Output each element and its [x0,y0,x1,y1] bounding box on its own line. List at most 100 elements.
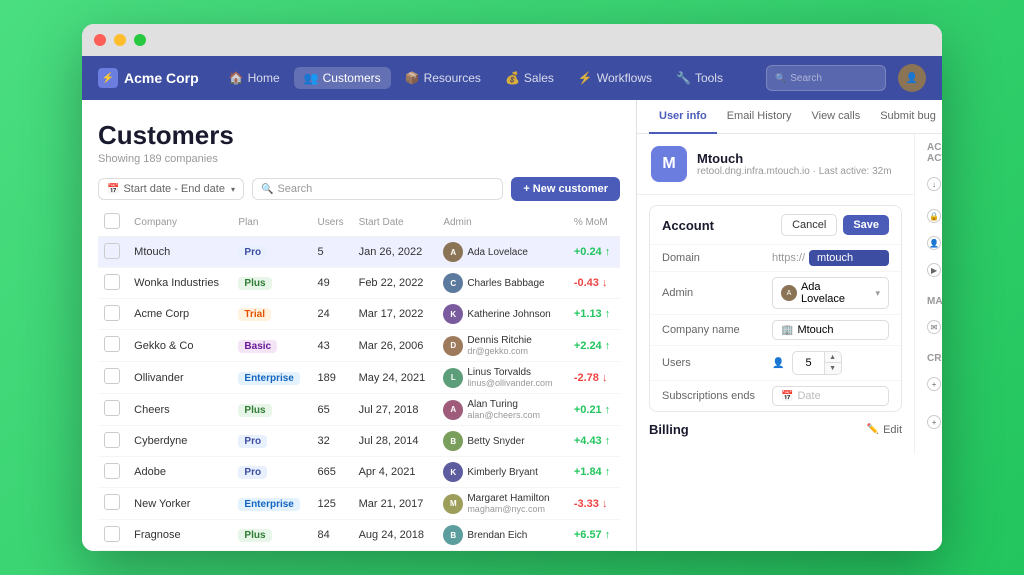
domain-value: https:// [772,250,889,266]
cell-checkbox [98,488,128,520]
table-row[interactable]: Adobe Pro 665 Apr 4, 2021 K Kimberly Bry… [98,457,620,488]
nav-avatar[interactable]: 👤 [898,64,926,92]
workflows-icon: ⚡ [578,71,593,85]
nav-item-workflows[interactable]: ⚡ Workflows [568,67,662,89]
mom-value: +2.24 ↑ [574,340,610,352]
admin-name-block: Dennis Ritchie dr@gekko.com [467,335,531,356]
row-checkbox[interactable] [104,432,120,448]
row-checkbox[interactable] [104,243,120,259]
admin-name-block: Kimberly Bryant [467,467,538,478]
action-downgrade[interactable]: ↓ Downgrade account [915,168,942,200]
cell-company: Wonka Industries [128,268,232,299]
action-impersonate[interactable]: 👤 Impersonate [915,232,942,254]
cell-company: Cheers [128,394,232,426]
table-row[interactable]: Cheers Plus 65 Jul 27, 2018 A Alan Turin… [98,394,620,426]
cell-company: Mtouch [128,237,232,268]
table-row[interactable]: Wonka Industries Plus 49 Feb 22, 2022 C … [98,268,620,299]
row-checkbox[interactable] [104,368,120,384]
admin-avatar: L [443,368,463,388]
calendar-icon: 📅 [107,184,119,195]
minimize-dot[interactable] [114,34,126,46]
row-checkbox[interactable] [104,526,120,542]
admin-name: Margaret Hamilton [467,493,549,504]
customer-url: retool.dng.infra.mtouch.io · Last active… [697,166,900,177]
admin-name-block: Charles Babbage [467,278,544,289]
home-icon: 🏠 [229,71,244,85]
row-checkbox[interactable] [104,400,120,416]
table-header-row: Company Plan Users Start Date Admin % Mo… [98,209,620,237]
admin-select[interactable]: A Ada Lovelace ▾ [772,277,889,309]
date-input[interactable]: 📅 Date [772,386,889,406]
action-create-promo[interactable]: + Create promo [915,368,942,400]
nav-brand[interactable]: ⚡ Acme Corp [98,68,199,88]
table-row[interactable]: Ollivander Enterprise 189 May 24, 2021 L… [98,362,620,394]
action-unsubscribe[interactable]: ✉ Unsubscribe from all [915,311,942,343]
nav-item-sales[interactable]: 💰 Sales [495,67,564,89]
table-row[interactable]: New Yorker Enterprise 125 Mar 21, 2017 M… [98,488,620,520]
table-row[interactable]: Fragnose Plus 84 Aug 24, 2018 B Brendan … [98,520,620,551]
table-row[interactable]: Mtouch Pro 5 Jan 26, 2022 A Ada Lovelace… [98,237,620,268]
table-row[interactable]: Acme Corp Trial 24 Mar 17, 2022 K Kather… [98,299,620,330]
users-decrement[interactable]: ▼ [825,363,841,374]
lock-icon: 🔒 [927,209,941,223]
admin-cell: K Kimberly Bryant [443,462,562,482]
action-reset-password[interactable]: 🔒 Reset password [915,200,942,232]
nav-item-tools[interactable]: 🔧 Tools [666,67,733,89]
cell-start-date: May 24, 2021 [353,362,438,394]
row-checkbox[interactable] [104,463,120,479]
maximize-dot[interactable] [134,34,146,46]
action-view-fullstory[interactable]: ▶ View fullstory [915,254,942,286]
avatar-circle: A [443,400,463,420]
plan-badge: Trial [238,308,271,321]
billing-title: Billing [649,422,689,437]
cell-start-date: Aug 24, 2018 [353,520,438,551]
new-customer-button[interactable]: + New customer [511,177,620,201]
row-checkbox[interactable] [104,305,120,321]
row-checkbox[interactable] [104,494,120,510]
avatar-circle: K [443,462,463,482]
select-all-checkbox[interactable] [104,213,120,229]
billing-edit-button[interactable]: ✏️ Edit [867,424,902,436]
action-create-affiliate[interactable]: + Create affiliate code [915,400,942,444]
chevron-down-icon: ▾ [876,288,881,299]
tab-email-history[interactable]: Email History [717,100,802,134]
admin-name: Dennis Ritchie [467,335,531,346]
admin-name-block: Alan Turing alan@cheers.com [467,399,540,420]
row-checkbox[interactable] [104,336,120,352]
create-code-section: Create code + Create promo + Create affi… [915,353,942,444]
table-row[interactable]: Gekko & Co Basic 43 Mar 26, 2006 D Denni… [98,330,620,362]
users-increment[interactable]: ▲ [825,352,841,363]
nav-item-customers[interactable]: 👥 Customers [294,67,391,89]
cell-mom: -3.33 ↓ [568,488,620,520]
plan-badge: Enterprise [238,498,299,511]
nav-search[interactable]: 🔍 Search [766,65,886,91]
cell-checkbox [98,268,128,299]
col-mom: % MoM [568,209,620,237]
domain-input[interactable] [809,250,889,266]
avatar-circle: A [443,242,463,262]
brand-icon: ⚡ [98,68,118,88]
nav-item-home[interactable]: 🏠 Home [219,67,290,89]
cell-users: 32 [312,426,353,457]
cell-admin: A Ada Lovelace [437,237,568,268]
tab-view-calls[interactable]: View calls [801,100,870,134]
brand-label: Acme Corp [124,70,199,86]
date-range-picker[interactable]: 📅 Start date - End date ▾ [98,178,244,200]
table-search[interactable]: 🔍 Search [252,178,503,200]
cell-company: Acme Corp [128,299,232,330]
table-row[interactable]: Cyberdyne Pro 32 Jul 28, 2014 B Betty Sn… [98,426,620,457]
tab-user-info[interactable]: User info [649,100,717,134]
row-checkbox[interactable] [104,274,120,290]
tab-submit-bug[interactable]: Submit bug [870,100,942,134]
admin-email: magham@nyc.com [467,504,549,514]
admin-avatar: K [443,462,463,482]
save-button[interactable]: Save [843,215,889,235]
cell-admin: B Betty Snyder [437,426,568,457]
detail-sidebar: Account actions ↓ Downgrade account 🔒 Re… [915,134,942,454]
nav-item-resources[interactable]: 📦 Resources [395,67,491,89]
cancel-button[interactable]: Cancel [781,214,837,236]
customer-name: Mtouch [697,151,900,166]
company-input[interactable]: 🏢 Mtouch [772,320,889,340]
admin-name: Linus Torvalds [467,367,552,378]
close-dot[interactable] [94,34,106,46]
